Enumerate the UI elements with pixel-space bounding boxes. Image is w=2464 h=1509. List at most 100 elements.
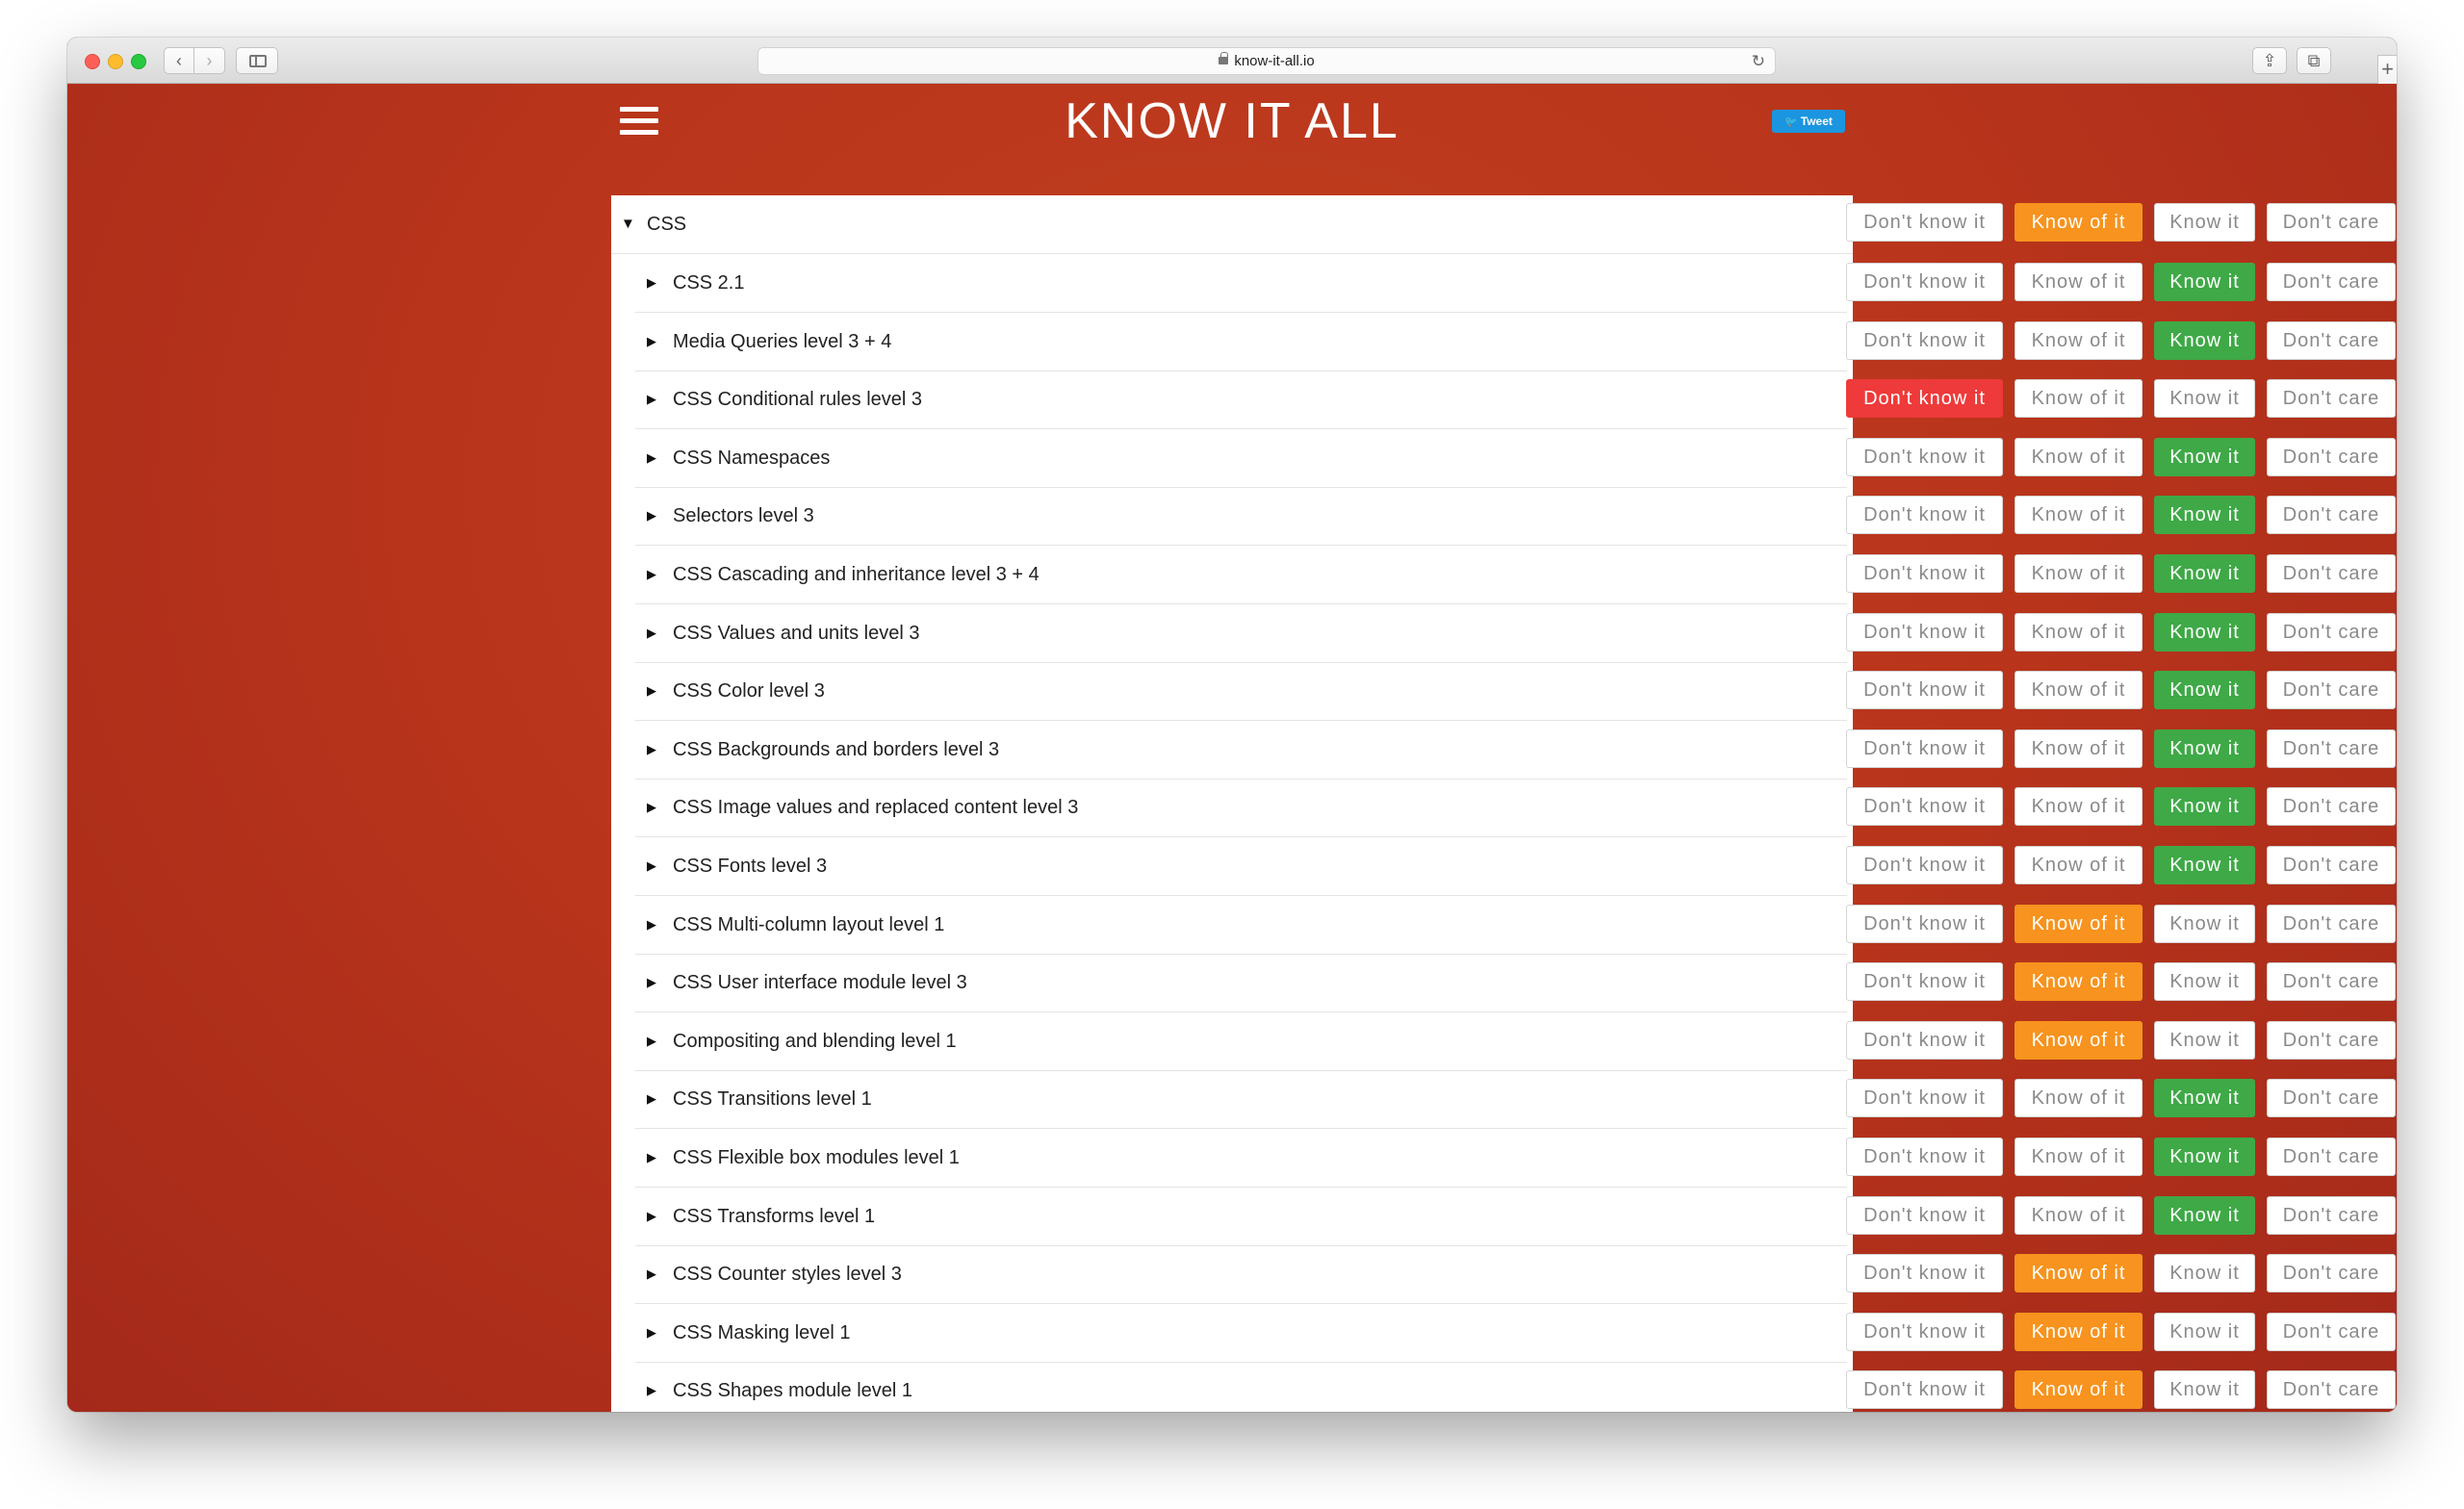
know-it-button[interactable]: Know it — [2154, 379, 2255, 419]
expand-triangle-icon[interactable]: ▶ — [647, 858, 656, 874]
reload-icon[interactable]: ↻ — [1752, 48, 1765, 74]
expand-triangle-icon[interactable]: ▶ — [647, 1325, 656, 1341]
dont-care-button[interactable]: Don't care — [2267, 1138, 2396, 1176]
expand-triangle-icon[interactable]: ▶ — [647, 683, 656, 699]
dont-know-it-button[interactable]: Don't know it — [1846, 554, 2003, 593]
expand-triangle-icon[interactable]: ▶ — [647, 1034, 656, 1049]
dont-know-it-button[interactable]: Don't know it — [1846, 904, 2003, 943]
dont-care-button[interactable]: Don't care — [2267, 496, 2396, 535]
minimize-window-button[interactable] — [108, 54, 123, 69]
expand-triangle-icon[interactable]: ▶ — [647, 1150, 656, 1165]
expand-triangle-icon[interactable]: ▶ — [647, 975, 656, 990]
dont-care-button[interactable]: Don't care — [2267, 1195, 2396, 1235]
know-it-button[interactable]: Know it — [2154, 554, 2255, 593]
know-of-it-button[interactable]: Know of it — [2015, 612, 2143, 652]
expand-triangle-icon[interactable]: ▶ — [647, 1209, 656, 1224]
collapse-triangle-icon[interactable]: ▼ — [621, 216, 635, 232]
expand-triangle-icon[interactable]: ▶ — [647, 1091, 656, 1107]
dont-know-it-button[interactable]: Don't know it — [1846, 203, 2003, 242]
expand-triangle-icon[interactable]: ▶ — [647, 626, 656, 641]
dont-know-it-button[interactable]: Don't know it — [1846, 1254, 2003, 1293]
know-it-button[interactable]: Know it — [2154, 1312, 2255, 1351]
expand-triangle-icon[interactable]: ▶ — [647, 275, 656, 291]
back-button[interactable]: ‹ — [164, 47, 194, 74]
expand-triangle-icon[interactable]: ▶ — [647, 1266, 656, 1282]
dont-care-button[interactable]: Don't care — [2267, 962, 2396, 1002]
dont-care-button[interactable]: Don't care — [2267, 729, 2396, 768]
expand-triangle-icon[interactable]: ▶ — [647, 567, 656, 582]
dont-know-it-button[interactable]: Don't know it — [1846, 612, 2003, 652]
know-it-button[interactable]: Know it — [2154, 671, 2255, 710]
know-it-button[interactable]: Know it — [2154, 1138, 2255, 1176]
new-tab-button[interactable]: + — [2377, 55, 2397, 84]
know-of-it-button[interactable]: Know of it — [2015, 1020, 2143, 1060]
expand-triangle-icon[interactable]: ▶ — [647, 742, 656, 757]
know-it-button[interactable]: Know it — [2154, 320, 2255, 360]
dont-care-button[interactable]: Don't care — [2267, 320, 2396, 360]
know-of-it-button[interactable]: Know of it — [2015, 1195, 2143, 1235]
know-of-it-button[interactable]: Know of it — [2015, 1312, 2143, 1351]
zoom-window-button[interactable] — [131, 54, 146, 69]
dont-care-button[interactable]: Don't care — [2267, 379, 2396, 419]
dont-care-button[interactable]: Don't care — [2267, 203, 2396, 242]
dont-know-it-button[interactable]: Don't know it — [1846, 496, 2003, 535]
dont-know-it-button[interactable]: Don't know it — [1846, 962, 2003, 1002]
expand-triangle-icon[interactable]: ▶ — [647, 450, 656, 466]
dont-know-it-button[interactable]: Don't know it — [1846, 1138, 2003, 1176]
show-tabs-button[interactable]: ⧉ — [2297, 47, 2331, 74]
know-of-it-button[interactable]: Know of it — [2015, 846, 2143, 884]
dont-know-it-button[interactable]: Don't know it — [1846, 263, 2003, 301]
dont-know-it-button[interactable]: Don't know it — [1846, 1079, 2003, 1118]
sidebar-toggle-button[interactable] — [236, 47, 278, 74]
dont-know-it-button[interactable]: Don't know it — [1846, 729, 2003, 768]
know-it-button[interactable]: Know it — [2154, 496, 2255, 535]
know-of-it-button[interactable]: Know of it — [2015, 496, 2143, 535]
address-bar[interactable]: know-it-all.io ↻ — [757, 47, 1776, 75]
know-of-it-button[interactable]: Know of it — [2015, 671, 2143, 710]
expand-triangle-icon[interactable]: ▶ — [647, 334, 656, 349]
dont-know-it-button[interactable]: Don't know it — [1846, 846, 2003, 884]
know-it-button[interactable]: Know it — [2154, 1370, 2255, 1410]
dont-know-it-button[interactable]: Don't know it — [1846, 1312, 2003, 1351]
expand-triangle-icon[interactable]: ▶ — [647, 508, 656, 524]
expand-triangle-icon[interactable]: ▶ — [647, 917, 656, 933]
dont-know-it-button[interactable]: Don't know it — [1846, 320, 2003, 360]
dont-care-button[interactable]: Don't care — [2267, 671, 2396, 710]
know-of-it-button[interactable]: Know of it — [2015, 203, 2143, 242]
know-it-button[interactable]: Know it — [2154, 846, 2255, 884]
dont-care-button[interactable]: Don't care — [2267, 437, 2396, 476]
dont-care-button[interactable]: Don't care — [2267, 787, 2396, 827]
dont-know-it-button[interactable]: Don't know it — [1846, 437, 2003, 476]
know-it-button[interactable]: Know it — [2154, 437, 2255, 476]
dont-care-button[interactable]: Don't care — [2267, 1370, 2396, 1410]
know-it-button[interactable]: Know it — [2154, 612, 2255, 652]
dont-know-it-button[interactable]: Don't know it — [1846, 1020, 2003, 1060]
dont-know-it-button[interactable]: Don't know it — [1846, 1195, 2003, 1235]
know-of-it-button[interactable]: Know of it — [2015, 379, 2143, 419]
know-of-it-button[interactable]: Know of it — [2015, 1370, 2143, 1410]
dont-care-button[interactable]: Don't care — [2267, 1020, 2396, 1060]
know-of-it-button[interactable]: Know of it — [2015, 437, 2143, 476]
dont-know-it-button[interactable]: Don't know it — [1846, 1370, 2003, 1410]
dont-care-button[interactable]: Don't care — [2267, 1079, 2396, 1118]
dont-care-button[interactable]: Don't care — [2267, 846, 2396, 884]
know-it-button[interactable]: Know it — [2154, 787, 2255, 827]
know-it-button[interactable]: Know it — [2154, 1020, 2255, 1060]
know-it-button[interactable]: Know it — [2154, 1079, 2255, 1118]
expand-triangle-icon[interactable]: ▶ — [647, 800, 656, 815]
dont-care-button[interactable]: Don't care — [2267, 554, 2396, 593]
know-of-it-button[interactable]: Know of it — [2015, 1254, 2143, 1293]
know-of-it-button[interactable]: Know of it — [2015, 1079, 2143, 1118]
dont-care-button[interactable]: Don't care — [2267, 904, 2396, 943]
know-it-button[interactable]: Know it — [2154, 1254, 2255, 1293]
dont-care-button[interactable]: Don't care — [2267, 1312, 2396, 1351]
dont-care-button[interactable]: Don't care — [2267, 1254, 2396, 1293]
know-it-button[interactable]: Know it — [2154, 904, 2255, 943]
know-it-button[interactable]: Know it — [2154, 1195, 2255, 1235]
dont-know-it-button[interactable]: Don't know it — [1846, 671, 2003, 710]
know-it-button[interactable]: Know it — [2154, 203, 2255, 242]
know-of-it-button[interactable]: Know of it — [2015, 729, 2143, 768]
know-it-button[interactable]: Know it — [2154, 962, 2255, 1002]
know-of-it-button[interactable]: Know of it — [2015, 554, 2143, 593]
expand-triangle-icon[interactable]: ▶ — [647, 1383, 656, 1398]
